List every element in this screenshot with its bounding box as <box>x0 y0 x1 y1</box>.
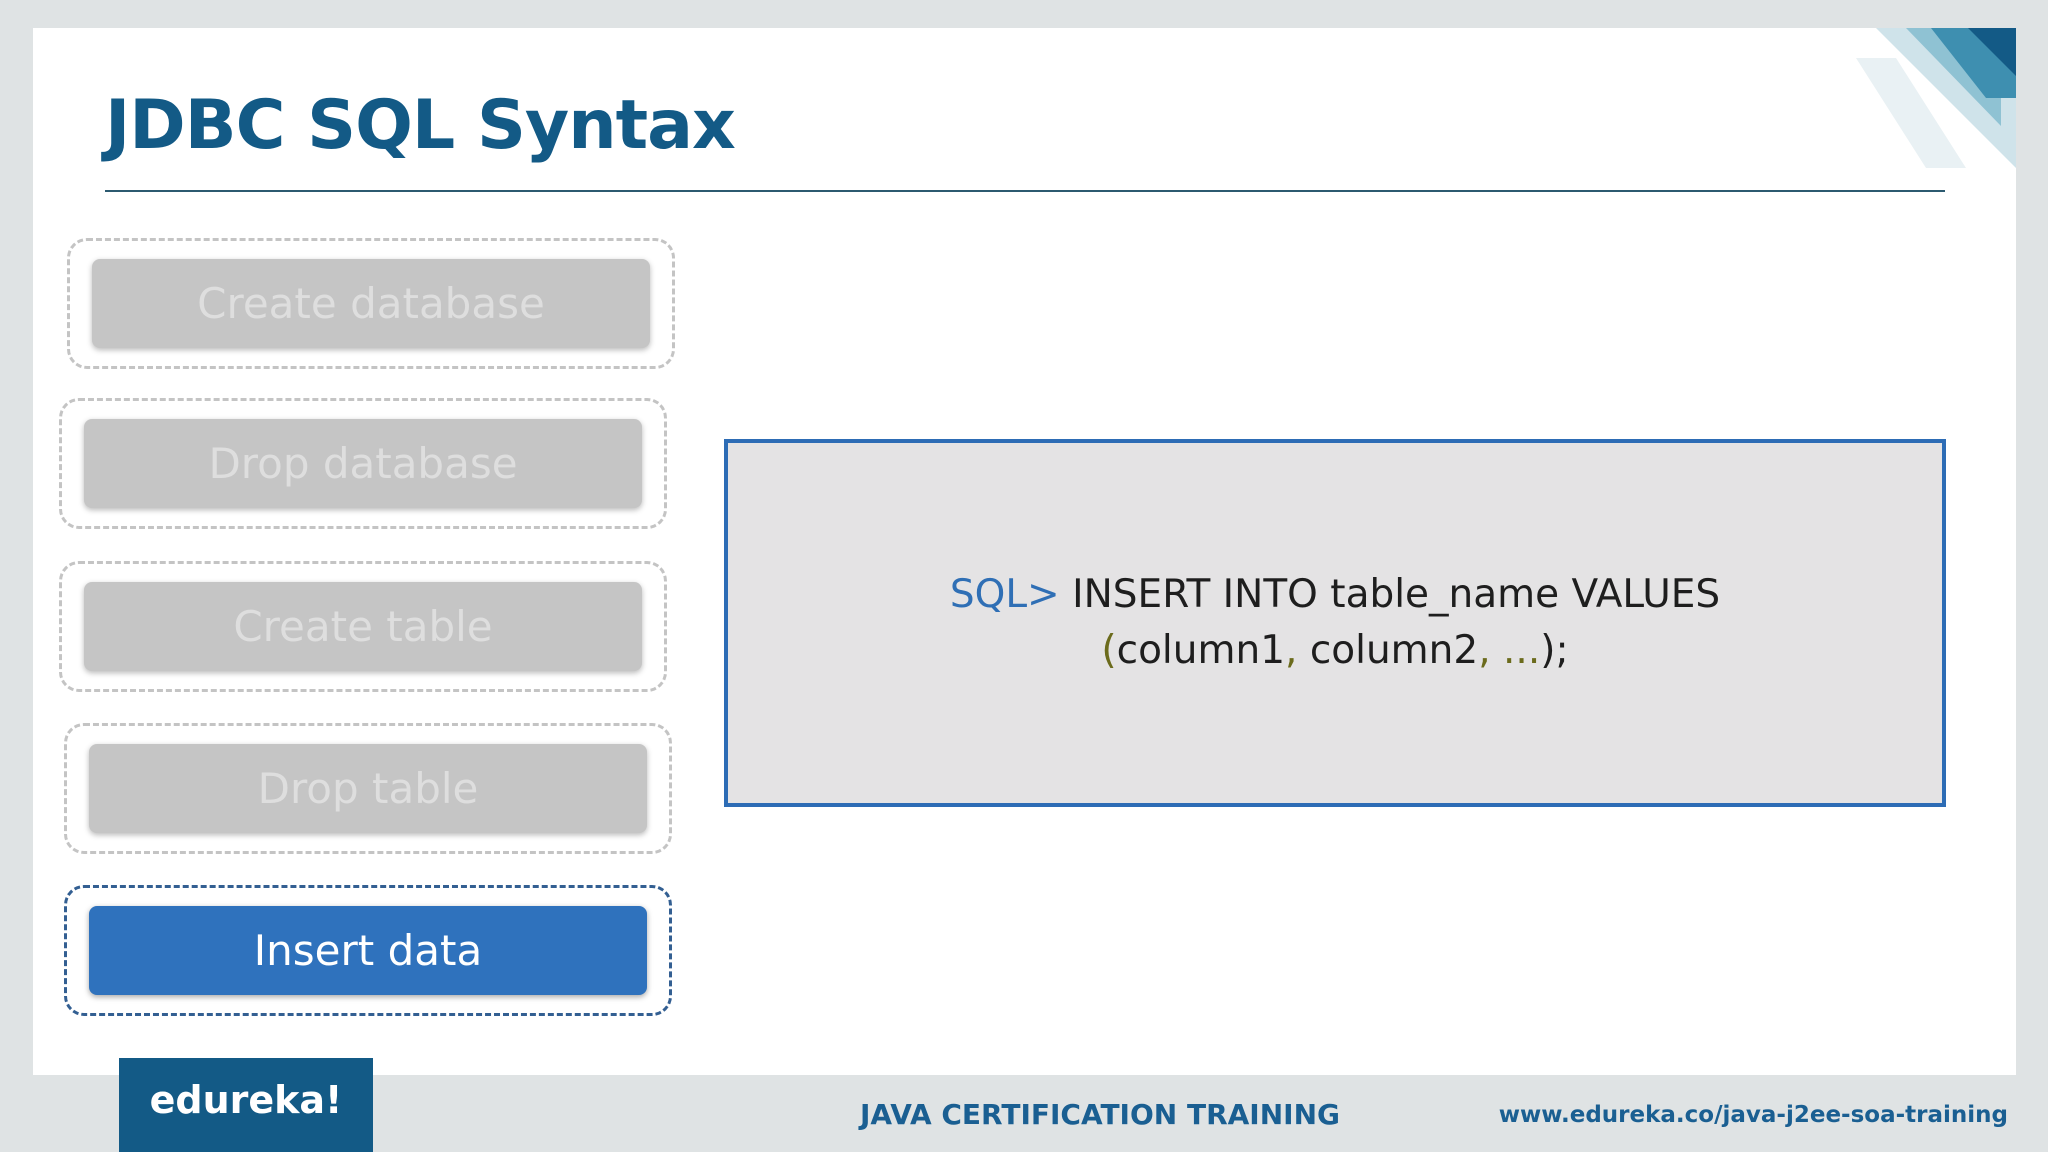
course-title: JAVA CERTIFICATION TRAINING <box>860 1098 1340 1131</box>
sql-ellipsis: ... <box>1503 628 1541 673</box>
slide-title: JDBC SQL Syntax <box>105 86 736 165</box>
sql-insert-clause: INSERT INTO table_name VALUES <box>1072 572 1721 617</box>
slide-canvas: JDBC SQL Syntax Create database Drop dat… <box>33 28 2016 1075</box>
edureka-logo: edureka! <box>119 1058 373 1152</box>
sql-syntax-box: SQL> INSERT INTO table_name VALUES (colu… <box>724 439 1946 807</box>
title-divider <box>105 190 1945 192</box>
logo-text: edureka! <box>149 1078 343 1122</box>
step-insert-data[interactable]: Insert data <box>64 885 672 1016</box>
sql-column1: column1 <box>1116 628 1286 673</box>
sql-column2: column2 <box>1309 628 1479 673</box>
sql-line-1: SQL> INSERT INTO table_name VALUES <box>950 567 1720 623</box>
drop-database-button[interactable]: Drop database <box>84 419 642 508</box>
drop-table-button[interactable]: Drop table <box>89 744 647 833</box>
step-drop-table[interactable]: Drop table <box>64 723 672 854</box>
sql-close: ); <box>1540 628 1569 673</box>
sql-comma-1: , <box>1285 628 1298 673</box>
step-create-database[interactable]: Create database <box>67 238 675 369</box>
step-create-table[interactable]: Create table <box>59 561 667 692</box>
sql-line-2: (column1, column2, ...); <box>950 623 1720 679</box>
sql-open-paren: ( <box>1101 628 1117 673</box>
sql-prompt: SQL> <box>949 572 1060 617</box>
create-database-button[interactable]: Create database <box>92 259 650 348</box>
course-url-link[interactable]: www.edureka.co/java-j2ee-soa-training <box>1499 1102 2008 1128</box>
step-drop-database[interactable]: Drop database <box>59 398 667 529</box>
sql-statement: SQL> INSERT INTO table_name VALUES (colu… <box>950 567 1720 679</box>
corner-decoration <box>1856 28 2016 168</box>
sql-comma-2: , <box>1478 628 1491 673</box>
insert-data-button[interactable]: Insert data <box>89 906 647 995</box>
create-table-button[interactable]: Create table <box>84 582 642 671</box>
